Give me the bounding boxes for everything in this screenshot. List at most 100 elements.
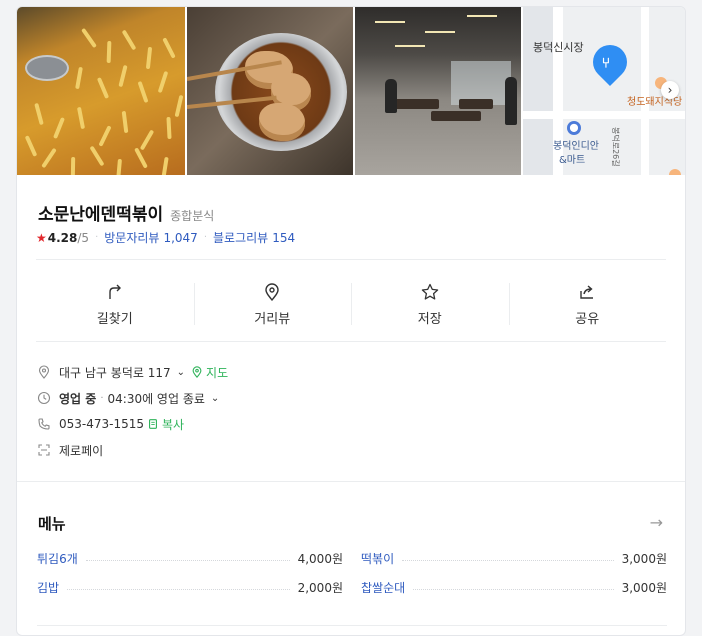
separator-dot: · — [203, 232, 207, 243]
person-shape — [385, 79, 397, 113]
directions-icon — [109, 284, 121, 299]
map-road — [523, 111, 685, 119]
copy-icon — [149, 419, 158, 429]
leader-dots — [85, 560, 290, 561]
leader-dots — [402, 560, 614, 561]
rice-cake-shape — [75, 66, 83, 90]
chevron-down-icon[interactable]: ⌄ — [177, 367, 185, 378]
menu-list: 튀김6개 4,000원 떡볶이 3,000원 김밥 2,000원 찹쌀순대 3,… — [37, 544, 667, 602]
share-button[interactable]: 공유 — [508, 265, 667, 343]
rice-cake-shape — [137, 80, 149, 104]
blog-review-count: 154 — [272, 231, 296, 245]
menu-item-price: 4,000원 — [297, 552, 343, 566]
shopping-bag-icon: ⬤ — [567, 121, 581, 135]
lamp-shape — [425, 31, 455, 33]
rice-cake-shape — [121, 29, 137, 51]
phone-icon — [38, 418, 50, 430]
rice-cake-shape — [174, 94, 184, 118]
rice-cake-shape — [24, 135, 38, 157]
phone-number: 053-473-1515 — [59, 417, 145, 431]
rice-cake-shape — [70, 156, 76, 175]
mini-map[interactable]: 봉덕신시장 청도돼지식당 ⬤ 봉덕인디안 &마트 봉덕로26길 ⑂ › — [523, 7, 685, 175]
save-label: 저장 — [417, 311, 442, 327]
rice-cake-shape — [96, 77, 110, 99]
rice-cake-shape — [118, 64, 128, 88]
rice-cake-shape — [98, 125, 112, 147]
rating-star-icon: ★ — [36, 230, 47, 245]
save-button[interactable]: 저장 — [351, 265, 509, 343]
chevron-down-icon[interactable]: ⌄ — [211, 393, 219, 404]
visitor-review-count: 1,047 — [163, 231, 198, 245]
table-shape — [459, 99, 493, 109]
address-row: 대구 남구 봉덕로 117 ⌄ 지도 — [37, 359, 228, 385]
rating-value: 4.28 — [47, 230, 78, 245]
next-photo-button[interactable]: › — [661, 81, 679, 99]
separator-dot: · — [95, 232, 99, 243]
rating-max: /5 — [77, 230, 90, 245]
menu-item-name: 떡볶이 — [361, 552, 395, 566]
section-divider — [17, 481, 685, 482]
menu-item[interactable]: 떡볶이 3,000원 — [361, 550, 667, 567]
copy-label: 복사 — [162, 417, 185, 432]
map-link-label: 지도 — [206, 365, 229, 380]
rice-cake-shape — [41, 147, 57, 169]
photo-strip: 봉덕신시장 청도돼지식당 ⬤ 봉덕인디안 &마트 봉덕로26길 ⑂ › — [17, 7, 685, 175]
rice-cake-shape — [81, 27, 97, 49]
map-label-store-line1: 봉덕인디안 — [553, 141, 599, 152]
pin-icon — [265, 282, 279, 301]
table-shape — [395, 99, 439, 109]
place-card: 봉덕신시장 청도돼지식당 ⬤ 봉덕인디안 &마트 봉덕로26길 ⑂ › 소문난에… — [16, 6, 686, 636]
rice-cake-shape — [106, 40, 112, 64]
open-status: 영업 중 — [59, 391, 97, 406]
photo-fishcake-pot[interactable] — [187, 7, 353, 175]
menu-item-name: 김밥 — [37, 581, 60, 595]
rice-cake-shape — [145, 46, 153, 70]
action-bar: 길찾기 거리뷰 저장 공유 — [36, 265, 666, 343]
map-label-road: 봉덕로26길 — [611, 127, 620, 167]
leader-dots — [67, 589, 290, 590]
payment-text: 제로페이 — [59, 443, 104, 458]
section-divider — [37, 625, 667, 626]
scan-icon — [38, 444, 50, 456]
rice-cake-shape — [139, 129, 155, 151]
place-name: 소문난에덴떡볶이 — [38, 205, 164, 225]
map-link[interactable]: 지도 — [191, 364, 228, 381]
directions-label: 길찾기 — [96, 311, 133, 327]
table-shape — [431, 111, 481, 121]
fishcake-shape — [259, 103, 305, 141]
leader-dots — [413, 589, 614, 590]
rice-cake-shape — [89, 145, 105, 167]
street-view-label: 거리뷰 — [254, 311, 291, 327]
menu-item-price: 3,000원 — [621, 552, 667, 566]
share-icon — [580, 284, 594, 299]
directions-button[interactable]: 길찾기 — [36, 265, 194, 343]
photo-restaurant-interior[interactable] — [355, 7, 521, 175]
rice-cake-shape — [116, 158, 122, 175]
star-icon — [421, 283, 438, 300]
menu-item-name: 튀김6개 — [37, 552, 78, 566]
visitor-review-link[interactable]: 방문자리뷰 1,047 — [104, 229, 198, 246]
copy-button[interactable]: 복사 — [147, 416, 184, 433]
menu-item[interactable]: 김밥 2,000원 — [37, 579, 343, 596]
street-view-button[interactable]: 거리뷰 — [193, 265, 352, 343]
map-pin-green-icon — [192, 366, 202, 378]
hours-text: 04:30에 영업 종료 — [107, 391, 205, 406]
menu-item-name: 찹쌀순대 — [361, 581, 406, 595]
menu-item-price: 2,000원 — [297, 581, 343, 595]
share-label: 공유 — [575, 311, 600, 327]
fork-knife-icon: ⑂ — [601, 55, 611, 72]
photo-tteokbokki-pan[interactable] — [17, 7, 185, 175]
info-section: 대구 남구 봉덕로 117 ⌄ 지도 영업 중 · 04:30에 영업 종료 ⌄… — [37, 359, 228, 463]
blog-review-label: 블로그리뷰 — [213, 231, 269, 245]
blog-review-link[interactable]: 블로그리뷰 154 — [213, 229, 295, 246]
rice-cake-shape — [134, 147, 148, 169]
ladle-shape — [25, 55, 69, 81]
visitor-review-label: 방문자리뷰 — [104, 231, 160, 245]
menu-item[interactable]: 찹쌀순대 3,000원 — [361, 579, 667, 596]
map-poi-dot — [669, 169, 681, 175]
rice-cake-shape — [53, 117, 65, 139]
map-label-store-line2: &마트 — [559, 155, 586, 166]
arrow-right-icon[interactable]: → — [650, 513, 663, 532]
address-text: 대구 남구 봉덕로 117 — [59, 365, 171, 380]
menu-item[interactable]: 튀김6개 4,000원 — [37, 550, 343, 567]
